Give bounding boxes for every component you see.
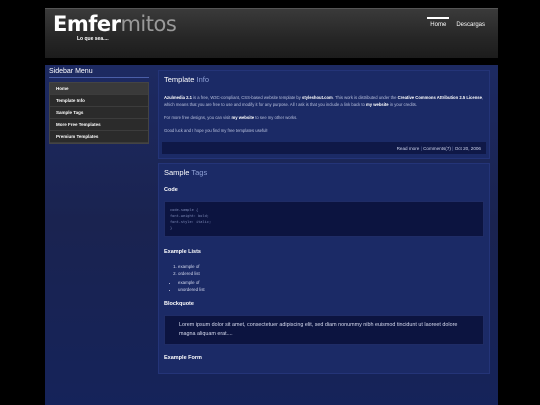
tags-title: Sample Tags — [164, 168, 484, 177]
logo-light-text: mitos — [120, 12, 177, 36]
list-item: ordered list — [178, 270, 484, 277]
sidebar: Sidebar Menu Home Template Info Sample T… — [49, 68, 149, 144]
page-body: Sidebar Menu Home Template Info Sample T… — [45, 65, 498, 405]
meta-separator: | — [452, 146, 454, 151]
post-paragraph-3: Good luck and I hope you find my free te… — [164, 128, 268, 133]
comments-link[interactable]: Comments(7) — [423, 146, 451, 151]
nav-descargas-link[interactable]: Descargas — [453, 17, 488, 30]
form-heading: Example Form — [164, 355, 202, 361]
sidebar-item-premium-templates[interactable]: Premium Templates — [50, 131, 148, 143]
post-paragraph-2: For more free designs, you can visit my … — [164, 114, 484, 121]
code-sample: code-sample { font-weight: bold; font-st… — [164, 201, 484, 237]
post-title-bold: Template — [164, 75, 195, 84]
site-tagline: Lo que sea.... — [77, 36, 109, 42]
p1-text-1: is a free, W3C-compliant, CSS-based webs… — [191, 95, 303, 100]
blockquote: Lorem ipsum dolor sit amet, consectetuer… — [164, 315, 484, 345]
sample-tags-post: Sample Tags Code code-sample { font-weig… — [158, 163, 490, 374]
code-heading: Code — [164, 187, 178, 193]
example-lists: example of ordered list example of unord… — [164, 263, 484, 293]
p1-text-2: . This work is distributed under the — [332, 95, 398, 100]
read-more-link[interactable]: Read more — [397, 146, 420, 151]
logo-bold-text: Emfer — [53, 12, 121, 36]
main-content: Template Info Azulmedia 2.1 is a free, W… — [158, 70, 490, 378]
template-name: Azulmedia 2.1 — [164, 95, 192, 100]
blockquote-heading: Blockquote — [164, 301, 194, 307]
tags-title-bold: Sample — [164, 168, 190, 177]
list-item: unordered list — [178, 286, 484, 293]
unordered-list: example of unordered list — [178, 279, 484, 293]
sidebar-item-home[interactable]: Home — [50, 83, 148, 95]
sidebar-item-template-info[interactable]: Template Info — [50, 95, 148, 107]
ordered-list: example of ordered list — [178, 263, 484, 277]
author-link[interactable]: styleshout.com — [302, 95, 333, 100]
p1-text-4: in your credits. — [388, 102, 418, 107]
sidebar-item-sample-tags[interactable]: Sample Tags — [50, 107, 148, 119]
my-website-link[interactable]: my website — [366, 102, 389, 107]
post-paragraph-1: Azulmedia 2.1 is a free, W3C-compliant, … — [164, 94, 484, 108]
site-logo[interactable]: Emfermitos — [53, 12, 177, 36]
post-title-light: Info — [196, 75, 210, 84]
sidebar-title: Sidebar Menu — [49, 68, 149, 78]
tags-title-light: Tags — [191, 168, 208, 177]
license-link[interactable]: Creative Commons Attribution 2.5 License — [398, 95, 482, 100]
template-info-post: Template Info Azulmedia 2.1 is a free, W… — [158, 70, 490, 159]
list-item: example of — [178, 263, 484, 270]
code-line: } — [170, 226, 173, 230]
sidebar-menu: Home Template Info Sample Tags More Free… — [49, 82, 149, 144]
nav-home-link[interactable]: Home — [427, 17, 450, 30]
p2-text-2: to see my other works. — [254, 115, 298, 120]
sidebar-item-more-free-templates[interactable]: More Free Templates — [50, 119, 148, 131]
list-item: example of — [178, 279, 484, 286]
meta-separator: | — [420, 146, 422, 151]
top-nav: Home Descargas — [427, 17, 488, 30]
my-website-link-2[interactable]: my website — [232, 115, 255, 120]
lists-heading: Example Lists — [164, 249, 201, 255]
p2-text-1: For more free designs, you can visit — [164, 115, 232, 120]
header: Emfermitos Lo que sea.... Home Descargas — [45, 8, 498, 58]
post-meta: Read more | Comments(7) | Oct 20, 2006 — [162, 142, 486, 154]
post-date: Oct 20, 2006 — [454, 146, 481, 151]
post-title: Template Info — [164, 75, 484, 84]
